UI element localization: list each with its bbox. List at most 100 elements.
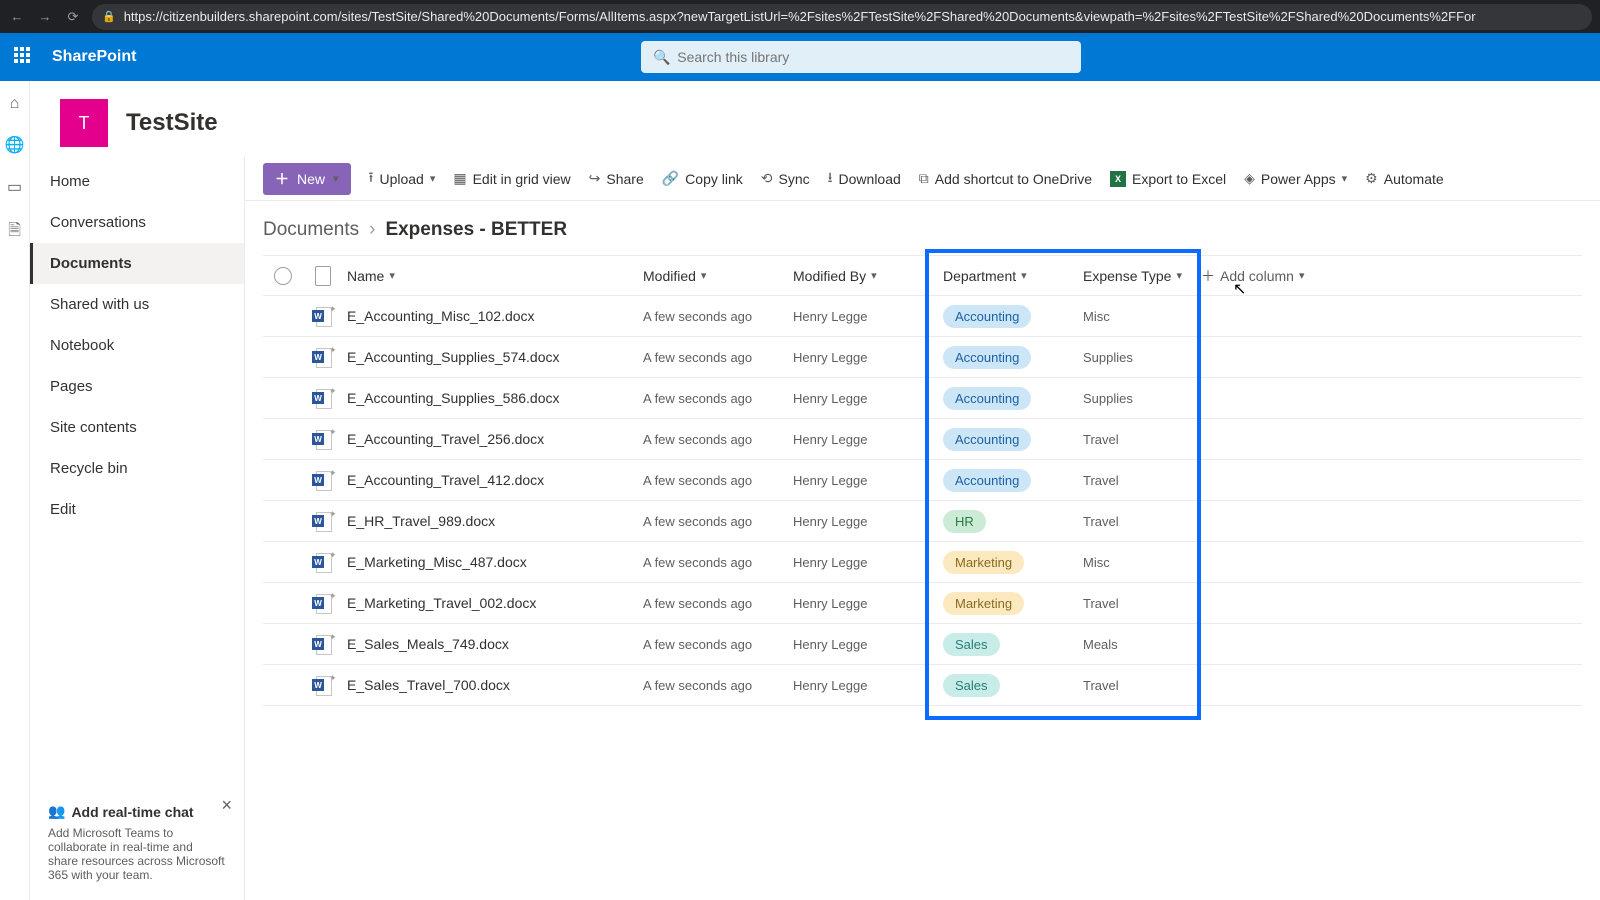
file-name[interactable]: E_HR_Travel_989.docx (343, 513, 643, 529)
sidebar-item-recycle-bin[interactable]: Recycle bin (30, 448, 244, 489)
sidebar-item-home[interactable]: Home (30, 161, 244, 202)
select-all-toggle[interactable] (274, 267, 292, 285)
file-modified-by: Henry Legge (793, 309, 933, 324)
sidebar-item-site-contents[interactable]: Site contents (30, 407, 244, 448)
column-header-label: Modified By (793, 268, 866, 284)
file-name[interactable]: E_Accounting_Misc_102.docx (343, 308, 643, 324)
file-modified: A few seconds ago (643, 678, 793, 693)
new-button[interactable]: ＋New▾ (263, 163, 351, 195)
file-expense-type: Supplies (1083, 391, 1193, 406)
file-expense-type: Travel (1083, 432, 1193, 447)
file-modified: A few seconds ago (643, 432, 793, 447)
upload-label: Upload (379, 171, 423, 187)
table-row[interactable]: E_Accounting_Travel_256.docxA few second… (263, 419, 1582, 460)
site-header: T TestSite (30, 81, 1600, 157)
share-button[interactable]: ↪Share (589, 170, 644, 187)
file-expense-type: Misc (1083, 309, 1193, 324)
file-expense-type: Travel (1083, 514, 1193, 529)
download-button[interactable]: ⭳Download (828, 167, 901, 191)
table-row[interactable]: E_Marketing_Misc_487.docxA few seconds a… (263, 542, 1582, 583)
sharepoint-top-bar: SharePoint 🔍 (0, 33, 1600, 81)
copy-link-label: Copy link (685, 171, 743, 187)
file-name[interactable]: E_Accounting_Supplies_574.docx (343, 349, 643, 365)
edit-grid-button[interactable]: ▦Edit in grid view (453, 170, 570, 187)
column-header-modified[interactable]: Modified▾ (643, 268, 793, 284)
plus-icon: ＋ (275, 169, 289, 189)
browser-reload-button[interactable]: ⟳ (64, 8, 82, 26)
export-excel-button[interactable]: XExport to Excel (1110, 171, 1226, 187)
sidebar-item-shared-with-us[interactable]: Shared with us (30, 284, 244, 325)
app-launcher-icon[interactable] (14, 47, 34, 67)
site-title[interactable]: TestSite (126, 109, 218, 137)
sidebar-item-pages[interactable]: Pages (30, 366, 244, 407)
upload-button[interactable]: ⭱Upload▾ (369, 167, 436, 191)
search-container: 🔍 (641, 41, 1081, 73)
chevron-down-icon: ▾ (430, 172, 436, 185)
browser-chrome: ← → ⟳ 🔒 https://citizenbuilders.sharepoi… (0, 0, 1600, 33)
command-bar: ＋New▾ ⭱Upload▾ ▦Edit in grid view ↪Share… (245, 157, 1600, 201)
browser-back-button[interactable]: ← (8, 8, 26, 26)
powerapps-icon: ◈ (1244, 170, 1255, 187)
chevron-down-icon: ▾ (871, 269, 877, 282)
power-apps-button[interactable]: ◈Power Apps▾ (1244, 170, 1347, 187)
file-modified-by: Henry Legge (793, 432, 933, 447)
table-row[interactable]: E_HR_Travel_989.docxA few seconds agoHen… (263, 501, 1582, 542)
breadcrumb-root[interactable]: Documents (263, 219, 359, 241)
file-department: Accounting (933, 469, 1083, 492)
sidebar-item-conversations[interactable]: Conversations (30, 202, 244, 243)
files-icon[interactable]: 🗎 (8, 219, 21, 246)
column-header-department[interactable]: Department▾ (933, 268, 1083, 284)
table-row[interactable]: E_Accounting_Supplies_586.docxA few seco… (263, 378, 1582, 419)
edit-grid-label: Edit in grid view (473, 171, 571, 187)
sidebar-item-documents[interactable]: Documents (30, 243, 244, 284)
download-icon: ⭳ (828, 167, 833, 191)
chevron-down-icon: ▾ (333, 172, 339, 185)
search-input[interactable] (641, 41, 1081, 73)
copy-link-button[interactable]: 🔗Copy link (662, 170, 743, 187)
file-expense-type: Travel (1083, 473, 1193, 488)
file-name[interactable]: E_Sales_Travel_700.docx (343, 677, 643, 693)
column-header-label: Department (943, 268, 1016, 284)
globe-icon[interactable]: 🌐 (5, 135, 25, 155)
close-icon[interactable]: × (221, 795, 232, 816)
file-modified-by: Henry Legge (793, 350, 933, 365)
automate-button[interactable]: ⚙Automate (1365, 170, 1444, 187)
file-expense-type: Supplies (1083, 350, 1193, 365)
table-row[interactable]: E_Sales_Travel_700.docxA few seconds ago… (263, 665, 1582, 706)
file-name[interactable]: E_Marketing_Misc_487.docx (343, 554, 643, 570)
file-name[interactable]: E_Accounting_Travel_412.docx (343, 472, 643, 488)
column-header-name[interactable]: Name▾ (343, 268, 643, 284)
file-type-column-icon[interactable] (315, 266, 331, 286)
column-header-expense-type[interactable]: Expense Type▾ (1083, 268, 1193, 284)
sharepoint-brand[interactable]: SharePoint (52, 48, 136, 66)
file-expense-type: Travel (1083, 596, 1193, 611)
column-header-label: Modified (643, 268, 696, 284)
browser-url-bar[interactable]: 🔒 https://citizenbuilders.sharepoint.com… (92, 4, 1592, 30)
add-column-button[interactable]: ＋Add column▾ (1193, 266, 1333, 286)
file-name[interactable]: E_Marketing_Travel_002.docx (343, 595, 643, 611)
file-name[interactable]: E_Accounting_Supplies_586.docx (343, 390, 643, 406)
home-icon[interactable]: ⌂ (10, 95, 20, 113)
excel-label: Export to Excel (1132, 171, 1226, 187)
table-row[interactable]: E_Accounting_Supplies_574.docxA few seco… (263, 337, 1582, 378)
table-row[interactable]: E_Marketing_Travel_002.docxA few seconds… (263, 583, 1582, 624)
news-icon[interactable]: ▭ (7, 177, 22, 197)
sync-button[interactable]: ⟲Sync (761, 170, 810, 187)
sidebar-item-edit[interactable]: Edit (30, 489, 244, 530)
sync-label: Sync (779, 171, 810, 187)
browser-forward-button[interactable]: → (36, 8, 54, 26)
shortcut-icon: ⧉ (919, 170, 929, 187)
file-modified: A few seconds ago (643, 309, 793, 324)
plus-icon: ＋ (1201, 266, 1215, 286)
table-row[interactable]: E_Accounting_Misc_102.docxA few seconds … (263, 296, 1582, 337)
file-name[interactable]: E_Sales_Meals_749.docx (343, 636, 643, 652)
browser-url-text: https://citizenbuilders.sharepoint.com/s… (124, 9, 1476, 24)
table-row[interactable]: E_Accounting_Travel_412.docxA few second… (263, 460, 1582, 501)
column-header-modified-by[interactable]: Modified By ▾ (793, 268, 933, 284)
site-logo[interactable]: T (60, 99, 108, 147)
sidebar-item-notebook[interactable]: Notebook (30, 325, 244, 366)
onedrive-shortcut-button[interactable]: ⧉Add shortcut to OneDrive (919, 170, 1092, 187)
file-name[interactable]: E_Accounting_Travel_256.docx (343, 431, 643, 447)
table-row[interactable]: E_Sales_Meals_749.docxA few seconds agoH… (263, 624, 1582, 665)
file-expense-type: Misc (1083, 555, 1193, 570)
